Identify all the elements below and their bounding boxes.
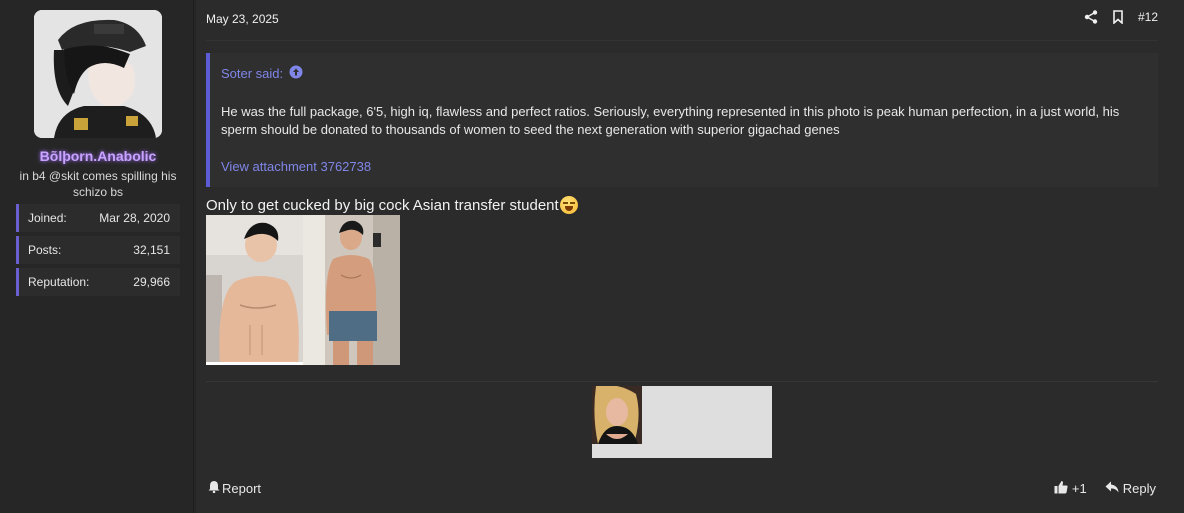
reply-button[interactable]: Reply xyxy=(1105,481,1156,496)
header-divider xyxy=(206,40,1158,41)
attachment-image-2[interactable] xyxy=(303,215,400,365)
user-title: in b4 @skit comes spilling his schizo bs xyxy=(19,169,177,199)
quote-text: He was the full package, 6'5, high iq, f… xyxy=(221,104,1120,137)
thumbs-up-icon xyxy=(1054,480,1068,497)
stat-value: 29,966 xyxy=(133,275,170,289)
avatar[interactable] xyxy=(34,10,162,138)
bell-icon xyxy=(208,480,220,496)
like-button[interactable]: +1 xyxy=(1054,480,1087,497)
share-icon[interactable] xyxy=(1084,10,1098,24)
user-sidebar: Bõlþorn.Anabolic in b4 @skit comes spill… xyxy=(0,0,194,513)
view-attachment-link[interactable]: View attachment 3762738 xyxy=(221,159,371,174)
report-button[interactable]: Report xyxy=(208,480,261,496)
loudly-crying-face-icon xyxy=(559,196,578,214)
post-footer-actions: +1 Reply xyxy=(1054,480,1156,497)
quote-header[interactable]: Soter said: xyxy=(221,65,303,82)
post-number[interactable]: #12 xyxy=(1138,10,1158,24)
signature-divider xyxy=(206,381,1158,382)
quote-author[interactable]: Soter said: xyxy=(221,66,283,81)
signature-thumbnail xyxy=(592,386,642,444)
stat-value: 32,151 xyxy=(133,243,170,257)
stat-label: Posts: xyxy=(28,243,62,257)
like-count: +1 xyxy=(1071,481,1087,496)
attachment-images xyxy=(206,215,400,365)
username[interactable]: Bõlþorn.Anabolic xyxy=(0,148,196,164)
message-text: Only to get cucked by big cock Asian tra… xyxy=(206,196,559,214)
stat-posts: Posts: 32,151 xyxy=(16,236,180,264)
forum-post: Bõlþorn.Anabolic in b4 @skit comes spill… xyxy=(0,0,1184,513)
stat-joined: Joined: Mar 28, 2020 xyxy=(16,204,180,232)
arrow-up-circle-icon[interactable] xyxy=(289,65,303,82)
post-date[interactable]: May 23, 2025 xyxy=(206,12,279,26)
stat-value: Mar 28, 2020 xyxy=(99,211,170,225)
post-actions: #12 xyxy=(1084,10,1158,24)
attachment-image-1[interactable] xyxy=(206,215,303,365)
post-main: May 23, 2025 #12 Soter said: He was the … xyxy=(196,0,1184,513)
reply-label: Reply xyxy=(1122,481,1156,496)
bookmark-icon[interactable] xyxy=(1112,10,1124,24)
signature-image[interactable] xyxy=(592,386,772,458)
stat-label: Joined: xyxy=(28,211,67,225)
quote-block: Soter said: He was the full package, 6'5… xyxy=(206,53,1158,187)
post-message: Only to get cucked by big cock Asian tra… xyxy=(206,196,578,214)
report-label: Report xyxy=(222,480,262,496)
reply-arrow-icon xyxy=(1105,481,1119,496)
stat-reputation: Reputation: 29,966 xyxy=(16,268,180,296)
stat-label: Reputation: xyxy=(28,275,90,289)
